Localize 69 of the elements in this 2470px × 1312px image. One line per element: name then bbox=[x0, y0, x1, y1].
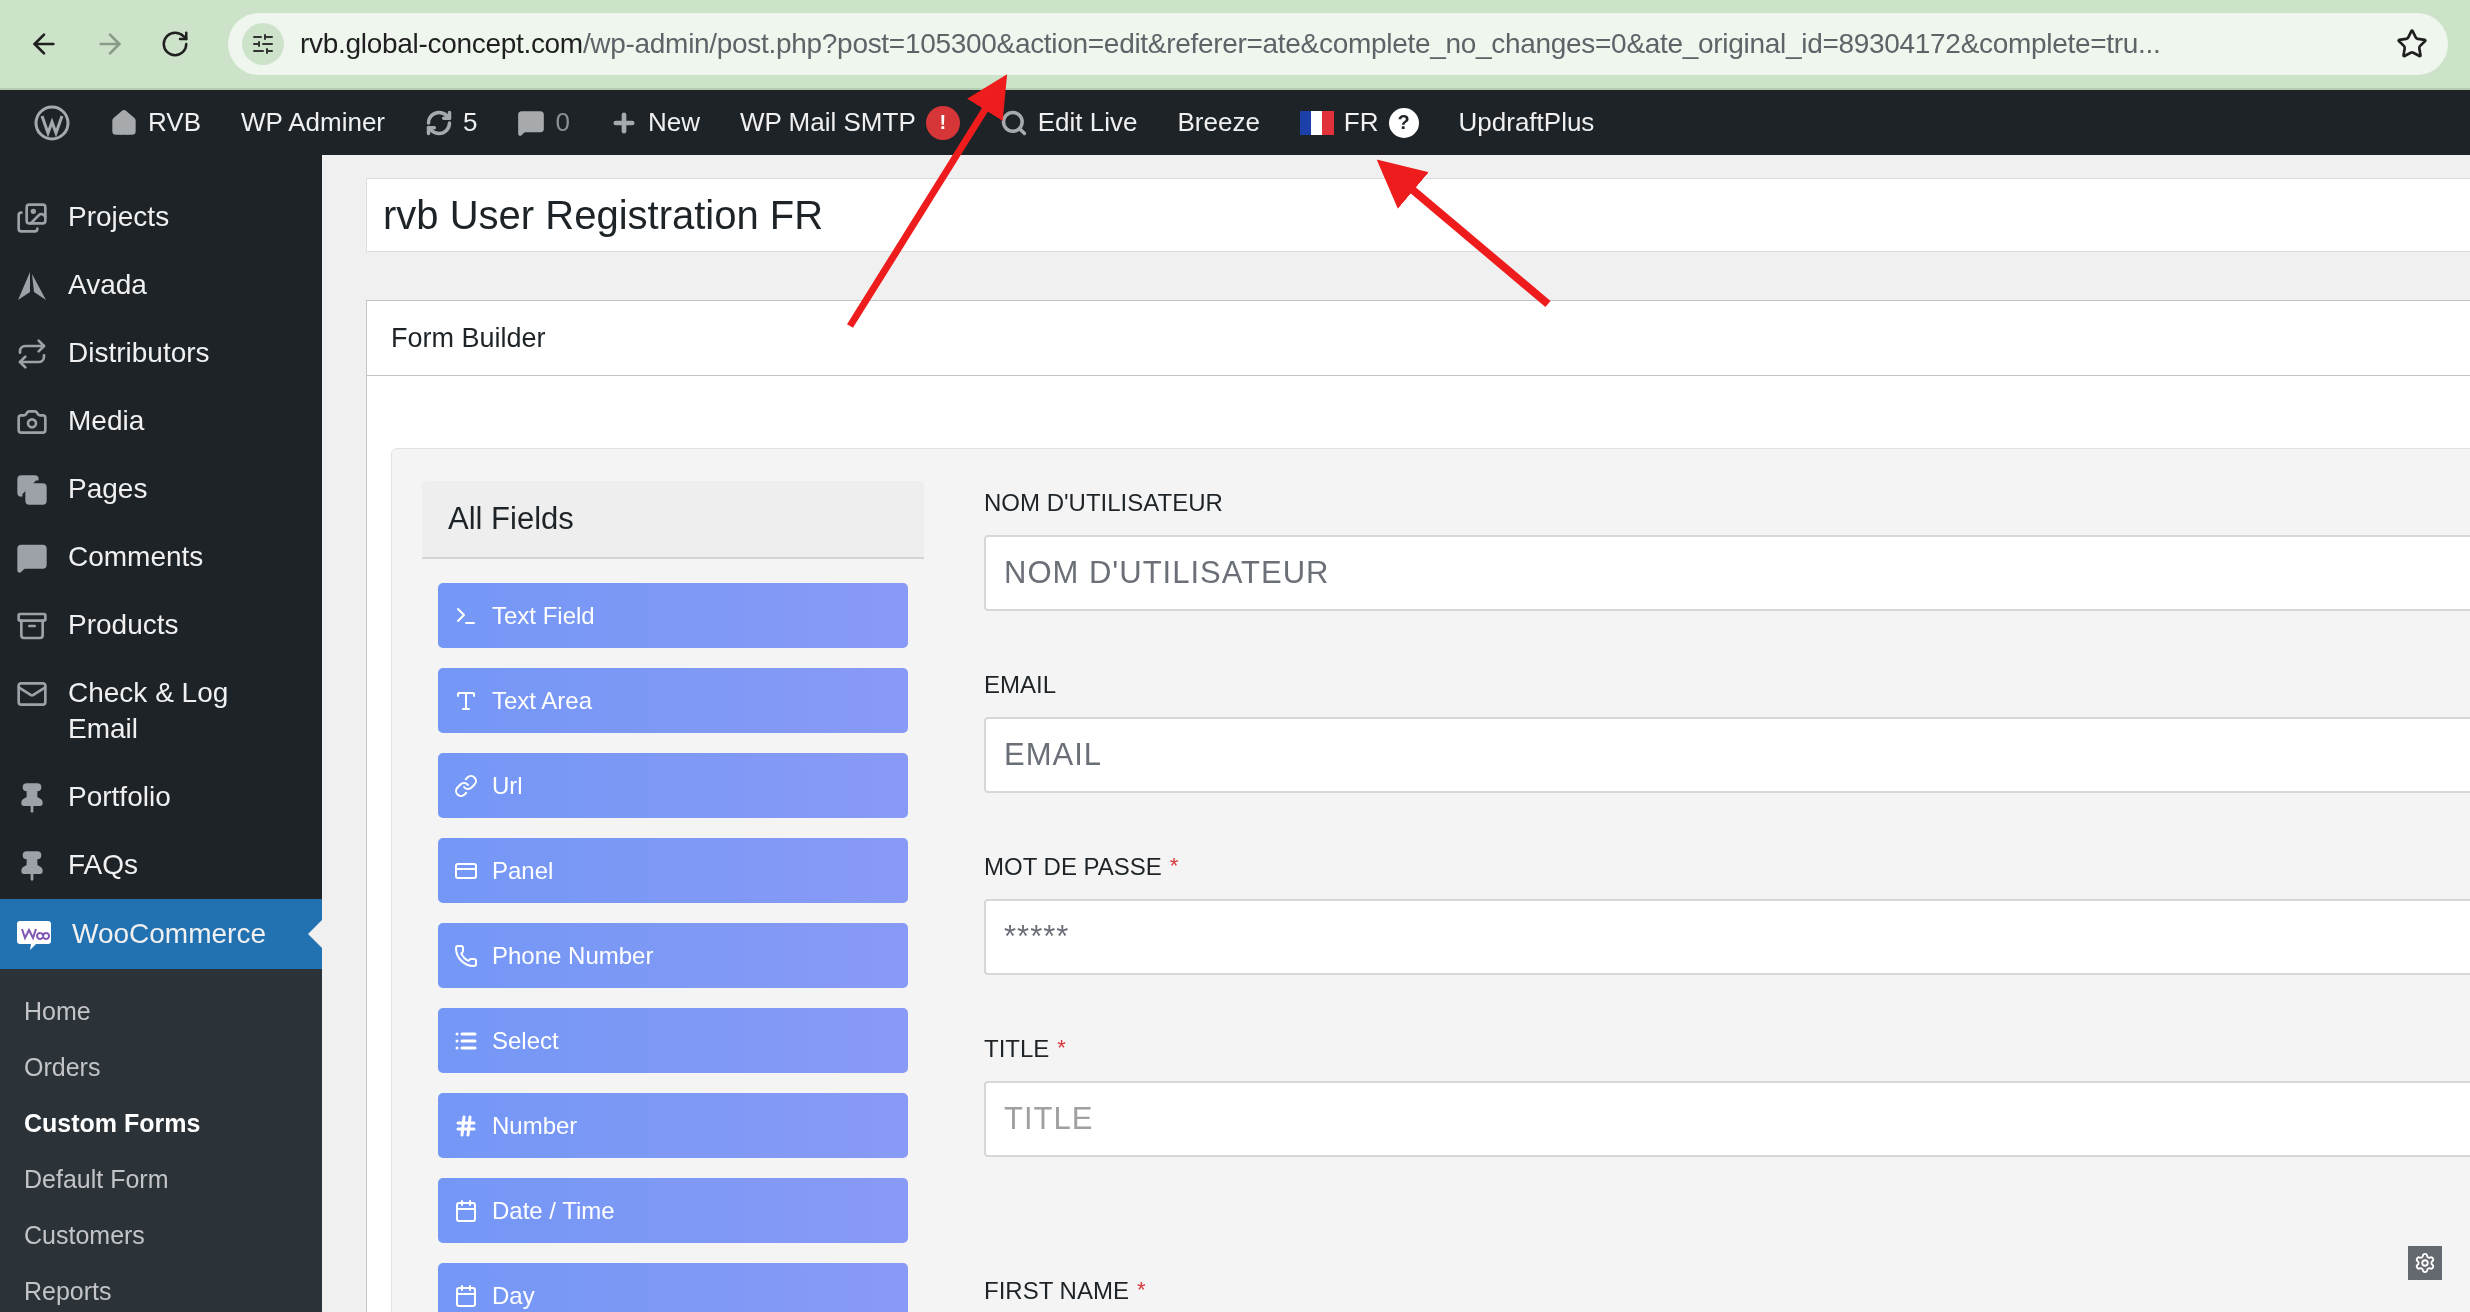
admin-bar-item[interactable]: Breeze bbox=[1157, 90, 1280, 155]
alert-badge: ! bbox=[925, 105, 960, 140]
calendar-icon bbox=[454, 1198, 478, 1223]
phone-icon bbox=[454, 943, 478, 968]
active-pointer bbox=[308, 920, 322, 948]
submenu-item[interactable]: Orders bbox=[0, 1039, 322, 1095]
input-field[interactable]: EMAIL bbox=[984, 717, 2470, 793]
required-mark: * bbox=[1057, 1035, 1066, 1062]
images-icon bbox=[16, 202, 48, 234]
input-field[interactable]: ***** bbox=[984, 899, 2470, 975]
menu-item[interactable]: Check & Log Email bbox=[0, 659, 322, 763]
menu-item[interactable]: Products bbox=[0, 591, 322, 659]
field-label: FIRST NAME bbox=[984, 1277, 1129, 1305]
field-label: MOT DE PASSE bbox=[984, 853, 1162, 881]
site-settings-icon[interactable] bbox=[242, 23, 284, 65]
search-icon bbox=[999, 108, 1028, 137]
url-text: rvb.global-concept.com/wp-admin/post.php?post=105300&action=edit&referer=ate&complete_no_changes=0&ate_original_id=89304172&complete=tru... bbox=[300, 28, 2162, 60]
admin-bar-item[interactable]: WP Adminer bbox=[221, 90, 405, 155]
link-icon bbox=[454, 773, 478, 798]
menu-item[interactable]: Portfolio bbox=[0, 763, 322, 831]
submenu-item[interactable]: Custom Forms bbox=[0, 1095, 322, 1151]
admin-bar-item[interactable]: RVB bbox=[90, 90, 221, 155]
help-badge: ? bbox=[1388, 107, 1419, 138]
admin-bar-item[interactable]: New bbox=[589, 90, 720, 155]
star-icon[interactable] bbox=[2396, 28, 2428, 60]
flag-icon bbox=[1299, 110, 1334, 135]
settings-icon[interactable] bbox=[2408, 1246, 2442, 1280]
menu-item[interactable]: FAQs bbox=[0, 831, 322, 899]
address-bar[interactable]: rvb.global-concept.com/wp-admin/post.php?post=105300&action=edit&referer=ate&complete_no_changes=0&ate_original_id=89304172&complete=tru... bbox=[228, 13, 2448, 75]
admin-bar-item[interactable]: 5 bbox=[405, 90, 498, 155]
panel-title: Form Builder bbox=[367, 301, 2470, 376]
reload-icon[interactable] bbox=[160, 29, 190, 59]
menu-item[interactable]: WooCommerce bbox=[0, 899, 322, 969]
input-field[interactable]: NOM D'UTILISATEUR bbox=[984, 535, 2470, 611]
required-mark: * bbox=[1136, 1277, 1146, 1304]
hash-icon bbox=[454, 1113, 478, 1138]
admin-bar-item[interactable]: UpdraftPlus bbox=[1438, 90, 1615, 155]
admin-bar-item[interactable]: 0 bbox=[497, 90, 590, 155]
refresh-icon bbox=[425, 108, 453, 137]
submenu-item[interactable]: Customers bbox=[0, 1207, 322, 1263]
logo-icon[interactable] bbox=[34, 104, 70, 141]
speech-bubble-icon bbox=[16, 542, 48, 574]
calendar-icon bbox=[454, 1283, 478, 1308]
menu-item[interactable]: Projects bbox=[0, 183, 322, 251]
repeat-icon bbox=[16, 338, 48, 370]
submenu-item[interactable]: Default Form bbox=[0, 1151, 322, 1207]
menu-item[interactable]: Comments bbox=[0, 523, 322, 591]
admin-bar-item[interactable]: FR ? bbox=[1279, 90, 1439, 155]
triangle-icon bbox=[16, 270, 48, 302]
admin-bar-item[interactable]: WP Mail SMTP ! bbox=[719, 90, 980, 155]
field-label: NOM D'UTILISATEUR bbox=[984, 489, 1223, 517]
home-icon bbox=[110, 108, 138, 137]
archive-icon bbox=[16, 610, 48, 642]
submenu-item[interactable]: Home bbox=[0, 983, 322, 1039]
woo-icon bbox=[16, 919, 52, 951]
field-label: EMAIL bbox=[984, 671, 1057, 699]
field-label: TITLE bbox=[984, 1035, 1050, 1063]
fields-heading: All Fields bbox=[422, 481, 924, 559]
post-name-field[interactable]: rvb User Registration FR bbox=[366, 178, 2470, 252]
required-mark: * bbox=[1169, 853, 1179, 880]
menu-item[interactable]: Pages bbox=[0, 455, 322, 523]
speech-bubble-icon bbox=[517, 108, 546, 137]
menu-item[interactable]: Avada bbox=[0, 251, 322, 319]
menu-item[interactable]: Distributors bbox=[0, 319, 322, 387]
input-field[interactable]: TITLE bbox=[984, 1081, 2470, 1157]
menu-item[interactable]: Media bbox=[0, 387, 322, 455]
pages-icon bbox=[16, 474, 48, 506]
submenu-item[interactable]: Reports bbox=[0, 1263, 322, 1312]
admin-bar-item[interactable]: Edit Live bbox=[979, 90, 1158, 155]
